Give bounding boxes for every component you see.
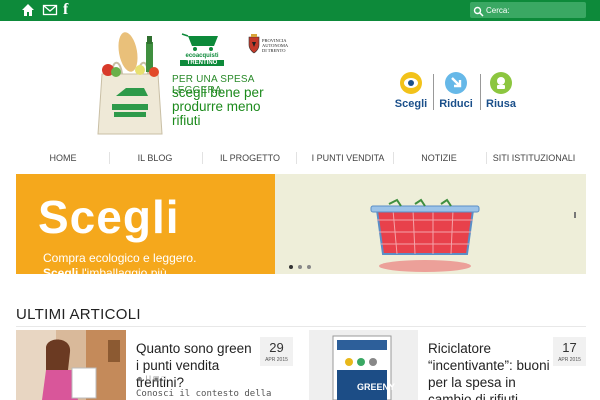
nav-separator bbox=[296, 152, 297, 164]
tagline-big-line1: scegli bene per bbox=[172, 85, 264, 100]
ecoacquisti-logo: ecoacquisti TRENTINO bbox=[180, 32, 224, 66]
home-icon[interactable] bbox=[20, 2, 36, 18]
slide-image-panel bbox=[275, 174, 586, 274]
nav-siti-istituzionali[interactable]: SITI ISTITUZIONALI bbox=[488, 150, 580, 166]
facebook-icon[interactable]: f bbox=[63, 2, 79, 18]
strawberry-punnet-illustration bbox=[370, 198, 480, 272]
date-day: 29 bbox=[269, 340, 284, 355]
slider-pagination bbox=[289, 265, 319, 271]
mail-icon[interactable] bbox=[42, 2, 58, 18]
eco-logo-subtext: TRENTINO bbox=[180, 60, 224, 66]
article-1-excerpt: Conosci il contesto della bbox=[136, 389, 272, 399]
province-logo: PROVINCIA AUTONOMA DI TRENTO bbox=[247, 34, 297, 56]
svg-text:GREENY: GREENY bbox=[357, 382, 395, 392]
comment-icon: □ bbox=[161, 376, 166, 383]
section-title: ULTIMI ARTICOLI bbox=[16, 306, 141, 323]
scegli-label: Scegli bbox=[394, 98, 428, 110]
article-1-meta: ☻ | | ▣ □ bbox=[136, 375, 166, 383]
slide-subtitle: Compra ecologico e leggero. bbox=[43, 251, 197, 265]
top-bar: f bbox=[0, 0, 600, 21]
shopping-bag-illustration bbox=[90, 30, 170, 138]
article-1-image[interactable] bbox=[16, 330, 126, 400]
article-2-image[interactable]: GREENY bbox=[309, 330, 418, 400]
slide-subtitle-2: Scegli l'imballaggio più bbox=[43, 266, 167, 274]
article-1-date: 29 APR 2015 bbox=[260, 337, 293, 366]
section-divider bbox=[16, 326, 586, 327]
recycle-icon bbox=[490, 72, 512, 94]
search-input[interactable] bbox=[486, 2, 584, 18]
date-month: APR 2015 bbox=[558, 357, 581, 363]
tagline-big-line2: produrre meno rifiuti bbox=[172, 99, 261, 128]
tagline-big: scegli bene per produrre meno rifiuti bbox=[172, 86, 292, 128]
slider-dot[interactable] bbox=[307, 265, 311, 269]
nav-blog[interactable]: IL BLOG bbox=[128, 150, 182, 166]
nav-punti-vendita[interactable]: I PUNTI VENDITA bbox=[303, 150, 393, 166]
folder-icon: ▣ bbox=[152, 376, 160, 383]
slider-dot[interactable] bbox=[289, 265, 293, 269]
slider-dot[interactable] bbox=[298, 265, 302, 269]
nav-separator bbox=[486, 152, 487, 164]
article-2-date: 17 APR 2015 bbox=[553, 337, 586, 366]
eco-logo-text: ecoacquisti bbox=[185, 53, 219, 59]
coat-of-arms-icon bbox=[248, 34, 260, 54]
slide-text-panel: Scegli Compra ecologico e leggero. Scegl… bbox=[16, 174, 275, 274]
riduci-link[interactable]: Riduci bbox=[432, 72, 480, 114]
nav-separator bbox=[202, 152, 203, 164]
hero-slider[interactable]: Scegli Compra ecologico e leggero. Scegl… bbox=[16, 174, 586, 274]
arrow-down-icon bbox=[445, 72, 467, 94]
date-day: 17 bbox=[562, 340, 577, 355]
nav-separator bbox=[109, 152, 110, 164]
riusa-link[interactable]: Riusa bbox=[477, 72, 525, 114]
eye-icon bbox=[400, 72, 422, 94]
slide-marker bbox=[574, 212, 576, 218]
scegli-link[interactable]: Scegli bbox=[387, 72, 435, 114]
nav-progetto[interactable]: IL PROGETTO bbox=[214, 150, 286, 166]
search-icon[interactable] bbox=[473, 4, 484, 17]
date-month: APR 2015 bbox=[265, 357, 288, 363]
riduci-label: Riduci bbox=[439, 98, 473, 110]
nav-notizie[interactable]: NOTIZIE bbox=[410, 150, 468, 166]
slide-title: Scegli bbox=[38, 191, 180, 243]
nav-separator bbox=[393, 152, 394, 164]
search-box[interactable] bbox=[470, 2, 586, 18]
riusa-label: Riusa bbox=[486, 98, 516, 110]
article-1-title[interactable]: Quanto sono green i punti vendita trenti… bbox=[136, 340, 254, 391]
user-icon: ☻ bbox=[136, 376, 144, 383]
nav-home[interactable]: HOME bbox=[36, 150, 90, 166]
meta-separators: | | bbox=[145, 376, 151, 383]
province-line3: DI TRENTO bbox=[262, 48, 286, 53]
article-2-title[interactable]: Riciclatore “incentivante”: buoni per la… bbox=[428, 340, 560, 400]
main-nav: HOME IL BLOG IL PROGETTO I PUNTI VENDITA… bbox=[0, 150, 600, 166]
